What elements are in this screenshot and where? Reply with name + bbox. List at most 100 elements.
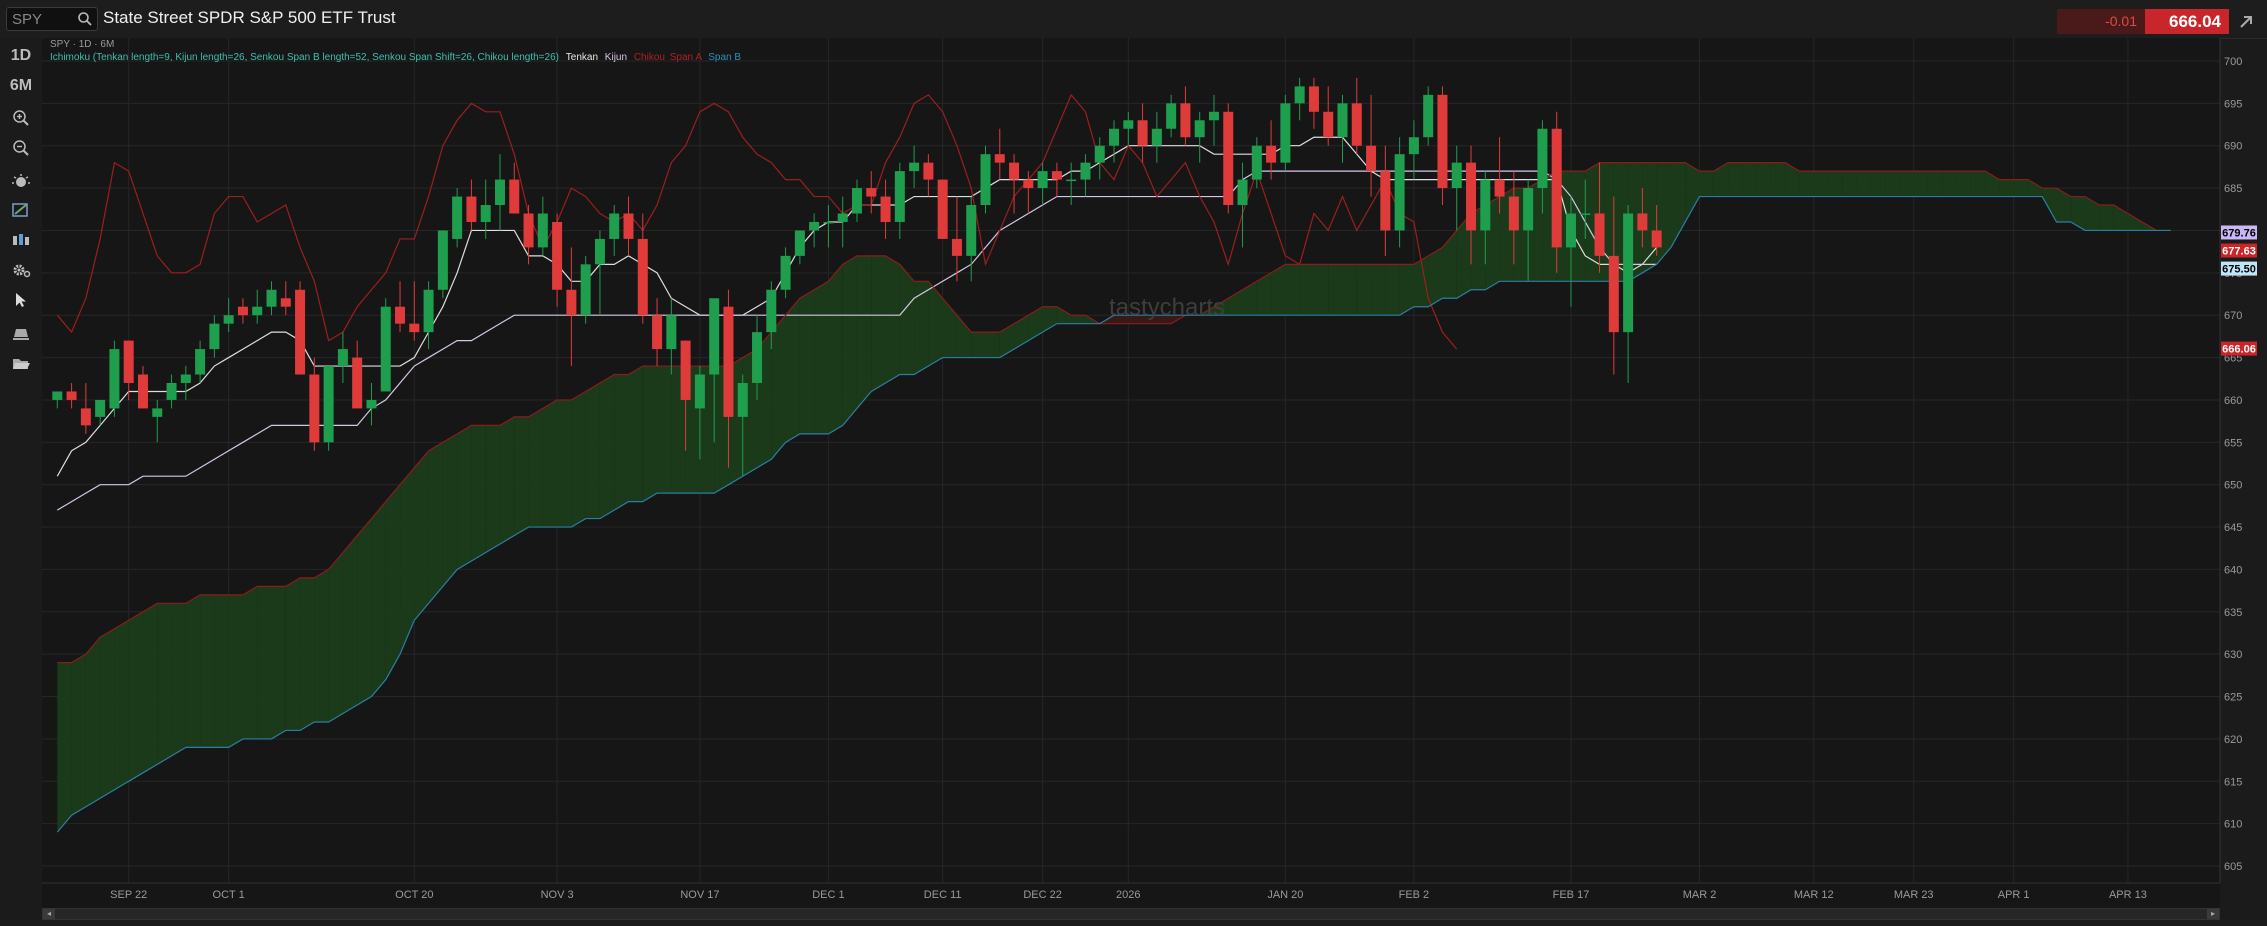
x-tick-label: OCT 1 xyxy=(213,889,245,901)
candle-body xyxy=(266,289,277,307)
open-button[interactable] xyxy=(0,350,42,378)
candle-body xyxy=(195,349,206,375)
price-chart[interactable]: tastycharts 605 610 615 620 625 630 635 640 645 65… xyxy=(42,38,2267,926)
candle xyxy=(1280,94,1291,172)
cloud-segment xyxy=(357,518,372,706)
legend-study[interactable]: Ichimoku (Tenkan length=9, Kijun length=… xyxy=(50,52,559,63)
y-tick-label: 690 xyxy=(2224,141,2242,153)
symbol-search-input[interactable] xyxy=(12,10,74,28)
cloud-segment xyxy=(1885,171,1900,197)
candle-body xyxy=(1651,230,1662,248)
studies-button[interactable] xyxy=(0,168,42,196)
scroll-left-button[interactable]: ◂ xyxy=(43,909,55,919)
y-tick-label: 670 xyxy=(2224,310,2242,322)
settings-button[interactable] xyxy=(0,256,42,284)
candle-body xyxy=(1594,213,1605,256)
candle-body xyxy=(180,374,191,383)
cloud-segment xyxy=(442,433,458,587)
compare-button[interactable] xyxy=(0,226,42,254)
cloud-segment xyxy=(1428,247,1443,307)
candle-body xyxy=(823,221,834,224)
cloud-segment xyxy=(814,281,829,434)
candle xyxy=(1223,103,1234,214)
candle-body xyxy=(337,349,348,367)
cloud-segment xyxy=(342,535,358,714)
cloud-segment xyxy=(228,594,243,748)
cloud-segment xyxy=(1071,315,1086,324)
candle-body xyxy=(1565,213,1576,248)
y-tick-label: 660 xyxy=(2224,395,2242,407)
scroll-right-button[interactable]: ▸ xyxy=(2207,909,2219,919)
price-badge-label: 675.50 xyxy=(2222,264,2256,276)
cloud-segment xyxy=(1742,162,1757,197)
y-tick-label: 700 xyxy=(2224,56,2242,68)
chart-scrollbar[interactable]: ◂ ▸ xyxy=(42,908,2220,920)
cloud-segment xyxy=(1728,162,1743,197)
x-tick-label: NOV 3 xyxy=(541,889,574,901)
candle-body xyxy=(566,289,577,316)
expand-icon[interactable] xyxy=(2236,12,2256,32)
aggregation-button[interactable]: 1D xyxy=(0,42,42,70)
y-tick-label: 655 xyxy=(2224,437,2242,449)
candle-body xyxy=(1508,196,1519,231)
candle-body xyxy=(1223,111,1234,206)
zoom-in-button[interactable] xyxy=(0,104,42,132)
range-button[interactable]: 6M xyxy=(0,72,42,100)
left-toolbar: 1D 6M xyxy=(0,38,42,926)
legend-chikou: Chikou xyxy=(633,52,665,63)
zoom-out-button[interactable] xyxy=(0,134,42,162)
cloud-segment xyxy=(899,264,915,375)
cloud-segment xyxy=(471,425,486,561)
cloud-segment xyxy=(1842,171,1857,197)
candle-body xyxy=(1394,154,1405,231)
cloud-segment xyxy=(57,662,72,833)
cloud-segment xyxy=(71,654,86,816)
cloud-segment xyxy=(128,611,143,782)
cloud-segment xyxy=(100,628,115,799)
cloud-segment xyxy=(1856,171,1871,197)
top-bar: State Street SPDR S&P 500 ETF Trust -0.0… xyxy=(0,0,2267,39)
cloud-segment xyxy=(1899,171,1914,197)
cursor-button[interactable] xyxy=(0,286,42,314)
search-icon[interactable] xyxy=(77,11,93,27)
x-tick-label: JAN 20 xyxy=(1267,889,1303,901)
candle-body xyxy=(637,238,648,316)
candle-body xyxy=(1423,94,1434,138)
candle-body xyxy=(1437,94,1448,189)
candle-body xyxy=(623,213,634,239)
cloud-segment xyxy=(885,255,900,383)
candle-body xyxy=(966,205,977,256)
candle-body xyxy=(66,391,77,400)
y-tick-label: 685 xyxy=(2224,183,2242,195)
cloud-segment xyxy=(1285,264,1300,316)
candle xyxy=(1437,86,1448,206)
cloud-segment xyxy=(314,569,329,722)
range-label: 6M xyxy=(9,77,33,94)
x-tick-label: 2026 xyxy=(1116,889,1140,901)
drawings-button[interactable] xyxy=(0,196,42,224)
chart-canvas[interactable]: tastycharts 605 610 615 620 625 630 635 640 645 65… xyxy=(42,38,2267,908)
cloud-segment xyxy=(328,552,343,722)
zoom-out-icon xyxy=(13,140,29,156)
style-button[interactable] xyxy=(0,320,42,348)
instrument-title: State Street SPDR S&P 500 ETF Trust xyxy=(103,8,396,27)
cloud-segment xyxy=(1870,171,1886,197)
candle-body xyxy=(1308,86,1319,112)
symbol-search-box[interactable] xyxy=(6,7,98,31)
candle-body xyxy=(52,391,63,400)
candle-body xyxy=(1137,120,1148,146)
legend-study-row: Ichimoku (Tenkan length=9, Kijun length=… xyxy=(50,51,741,64)
candle-body xyxy=(809,221,820,231)
candle-body xyxy=(1023,179,1034,189)
cloud-segment xyxy=(185,594,201,748)
candle-body xyxy=(223,315,234,324)
candle-body xyxy=(1237,179,1248,206)
candle-body xyxy=(123,340,134,383)
candle-body xyxy=(166,382,177,400)
candle-body xyxy=(1180,103,1191,138)
cloud-segment xyxy=(1813,171,1829,197)
candle-body xyxy=(1109,128,1120,146)
cloud-segment xyxy=(828,264,843,434)
cloud-segment xyxy=(599,374,615,519)
candle xyxy=(380,298,391,392)
